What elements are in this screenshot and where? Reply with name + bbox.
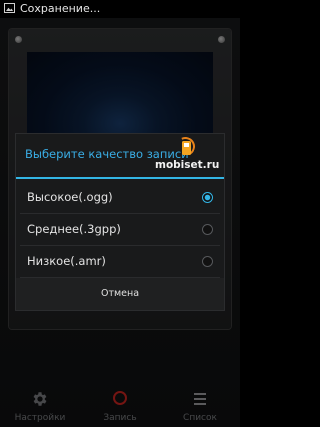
- image-icon: [4, 3, 15, 13]
- watermark-text: mobiset.ru: [155, 159, 220, 171]
- option-low-quality[interactable]: Низкое(.amr): [16, 246, 224, 277]
- option-label: Низкое(.amr): [27, 254, 106, 268]
- option-medium-quality[interactable]: Среднее(.3gpp): [16, 214, 224, 245]
- cancel-button[interactable]: Отмена: [16, 278, 224, 310]
- option-label: Высокое(.ogg): [27, 190, 113, 204]
- screen: Сохранение... Настройки Запись Список Вы…: [0, 0, 240, 427]
- status-bar: Сохранение...: [0, 0, 240, 18]
- status-title: Сохранение...: [20, 2, 101, 15]
- radio-button[interactable]: [202, 224, 213, 235]
- watermark: mobiset.ru: [155, 134, 230, 176]
- dialog-divider: [16, 177, 224, 179]
- cancel-label: Отмена: [100, 288, 140, 299]
- option-high-quality[interactable]: Высокое(.ogg): [16, 182, 224, 213]
- option-label: Среднее(.3gpp): [27, 222, 121, 236]
- radio-button-checked[interactable]: [202, 192, 213, 203]
- radio-button[interactable]: [202, 256, 213, 267]
- watermark-phone-icon: [182, 141, 191, 155]
